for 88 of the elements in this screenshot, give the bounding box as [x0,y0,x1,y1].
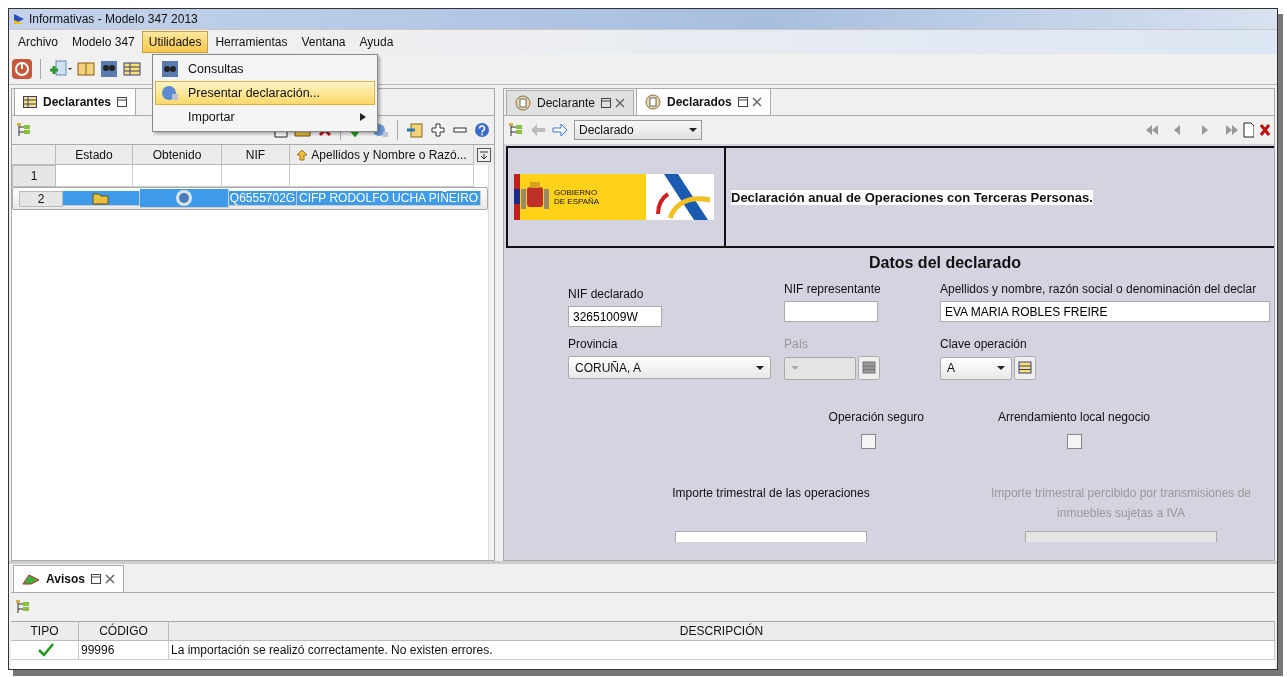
import-icon[interactable] [406,122,424,138]
people-icon[interactable] [100,60,118,78]
text-field[interactable] [784,301,878,322]
table-icon[interactable] [123,60,141,78]
globe-icon [161,85,179,101]
logo-text: DE ESPAÑA [554,197,601,206]
panel-tab[interactable]: Declarados [636,89,771,115]
text-field[interactable]: EVA MARIA ROBLES FREIRE [940,301,1270,322]
field-label: NIF representante [784,282,882,296]
tree-icon[interactable] [508,122,524,138]
menu-item[interactable]: Consultas [155,57,375,81]
agency-logo-icon [646,174,714,220]
app-icon [13,13,25,25]
amount-field[interactable] [1025,531,1217,542]
menu-item[interactable]: Importar [155,105,375,129]
field-label: Apellidos y nombre, razón social o denominación del declar [940,282,1258,296]
flag-icon [22,573,40,585]
sort-up-icon [296,148,309,161]
form-title: Datos del declarado [867,254,1022,272]
record-selector[interactable]: Declarado [574,120,702,140]
help-icon[interactable] [474,122,490,138]
declarantes-tab[interactable]: Declarantes [14,88,137,115]
dropdown-field[interactable]: CORUÑA, A [568,356,771,379]
table-cell: Q6555702G [229,191,296,205]
column-header[interactable]: TIPO [11,622,79,641]
dropdown-field[interactable]: A [940,356,1012,380]
menu-item[interactable]: Archivo [11,31,65,53]
column-header[interactable]: Apellidos y Nombre o Razó... [290,145,474,165]
power-icon[interactable] [11,58,33,80]
window-controls-icon[interactable] [737,97,762,107]
field-label: País [784,337,809,351]
field-label: Importe trimestral de las operaciones [672,485,870,502]
people-icon [161,61,179,77]
menu-item[interactable]: Ayuda [352,31,401,53]
avisos-tab[interactable]: Avisos [13,565,124,592]
checkbox-label: Arrendamiento local negocio [997,410,1151,424]
checkbox[interactable] [1066,434,1082,449]
maximize-icon[interactable] [117,97,128,107]
expand-icon[interactable] [430,122,446,138]
banner-heading: Declaración anual de Operaciones con Terceras Personas. [731,189,1093,205]
window-controls-icon[interactable] [601,98,626,108]
column-menu-icon[interactable] [477,148,491,162]
checkbox-label: Operación seguro [828,410,924,424]
table-row[interactable]: 2 Q6555702G CIFP RODOLFO UCHA PIÑEIRO [12,187,488,210]
tab-label: Declarantes [43,95,112,109]
row-number: 2 [19,190,63,207]
logo-text: GOBIERNO [554,188,599,197]
tab-label: Avisos [46,572,85,586]
document-icon [515,95,531,111]
column-header[interactable]: DESCRIPCIÓN [169,622,1275,641]
record-navigation-icon[interactable] [1144,122,1254,138]
column-header[interactable]: Obtenido [133,145,222,165]
window-controls-icon[interactable] [90,574,115,584]
tree-icon[interactable] [16,122,32,138]
column-header[interactable]: CÓDIGO [79,622,169,641]
table-icon [23,96,37,108]
table-cell: La importación se realizó correctamente. No existen errores. [169,641,1275,660]
scrollbar[interactable] [488,165,494,560]
checkbox[interactable] [861,434,876,449]
globe-icon [175,189,193,207]
document-icon [645,94,662,110]
menu-item[interactable]: Ventana [294,31,353,53]
delete-icon[interactable] [1260,122,1270,138]
table-button-icon[interactable] [1014,356,1036,380]
submenu-arrow-icon [360,113,366,121]
menu-item[interactable]: Herramientas [208,31,295,53]
table-cell: 99996 [79,641,169,660]
add-document-icon[interactable] [48,60,72,78]
menu-item[interactable]: Utilidades [141,31,209,53]
window-title: Informativas - Modelo 347 2013 [29,12,198,26]
field-label: Clave operación [940,337,1028,351]
table-button-icon[interactable] [858,356,880,380]
menu-item[interactable]: Modelo 347 [65,31,142,53]
field-label: NIF declarado [568,287,645,301]
field-label: Importe trimestral percibido por transmisiones de inmuebles sujetas a IVA [989,485,1253,522]
forward-arrow-icon[interactable] [552,123,568,137]
book-icon[interactable] [77,60,95,78]
field-label: Provincia [568,337,619,351]
row-number: 1 [12,165,56,187]
table-cell: CIFP RODOLFO UCHA PIÑEIRO [299,191,479,205]
menu-item[interactable]: Presentar declaración... [155,81,375,105]
tree-icon[interactable] [15,599,31,615]
text-field[interactable]: 32651009W [568,306,662,327]
column-header[interactable]: Estado [56,145,133,165]
amount-field[interactable] [675,531,867,542]
panel-tab[interactable]: Declarante [506,90,635,115]
column-header[interactable]: NIF [222,145,290,165]
open-folder-icon [92,191,110,205]
